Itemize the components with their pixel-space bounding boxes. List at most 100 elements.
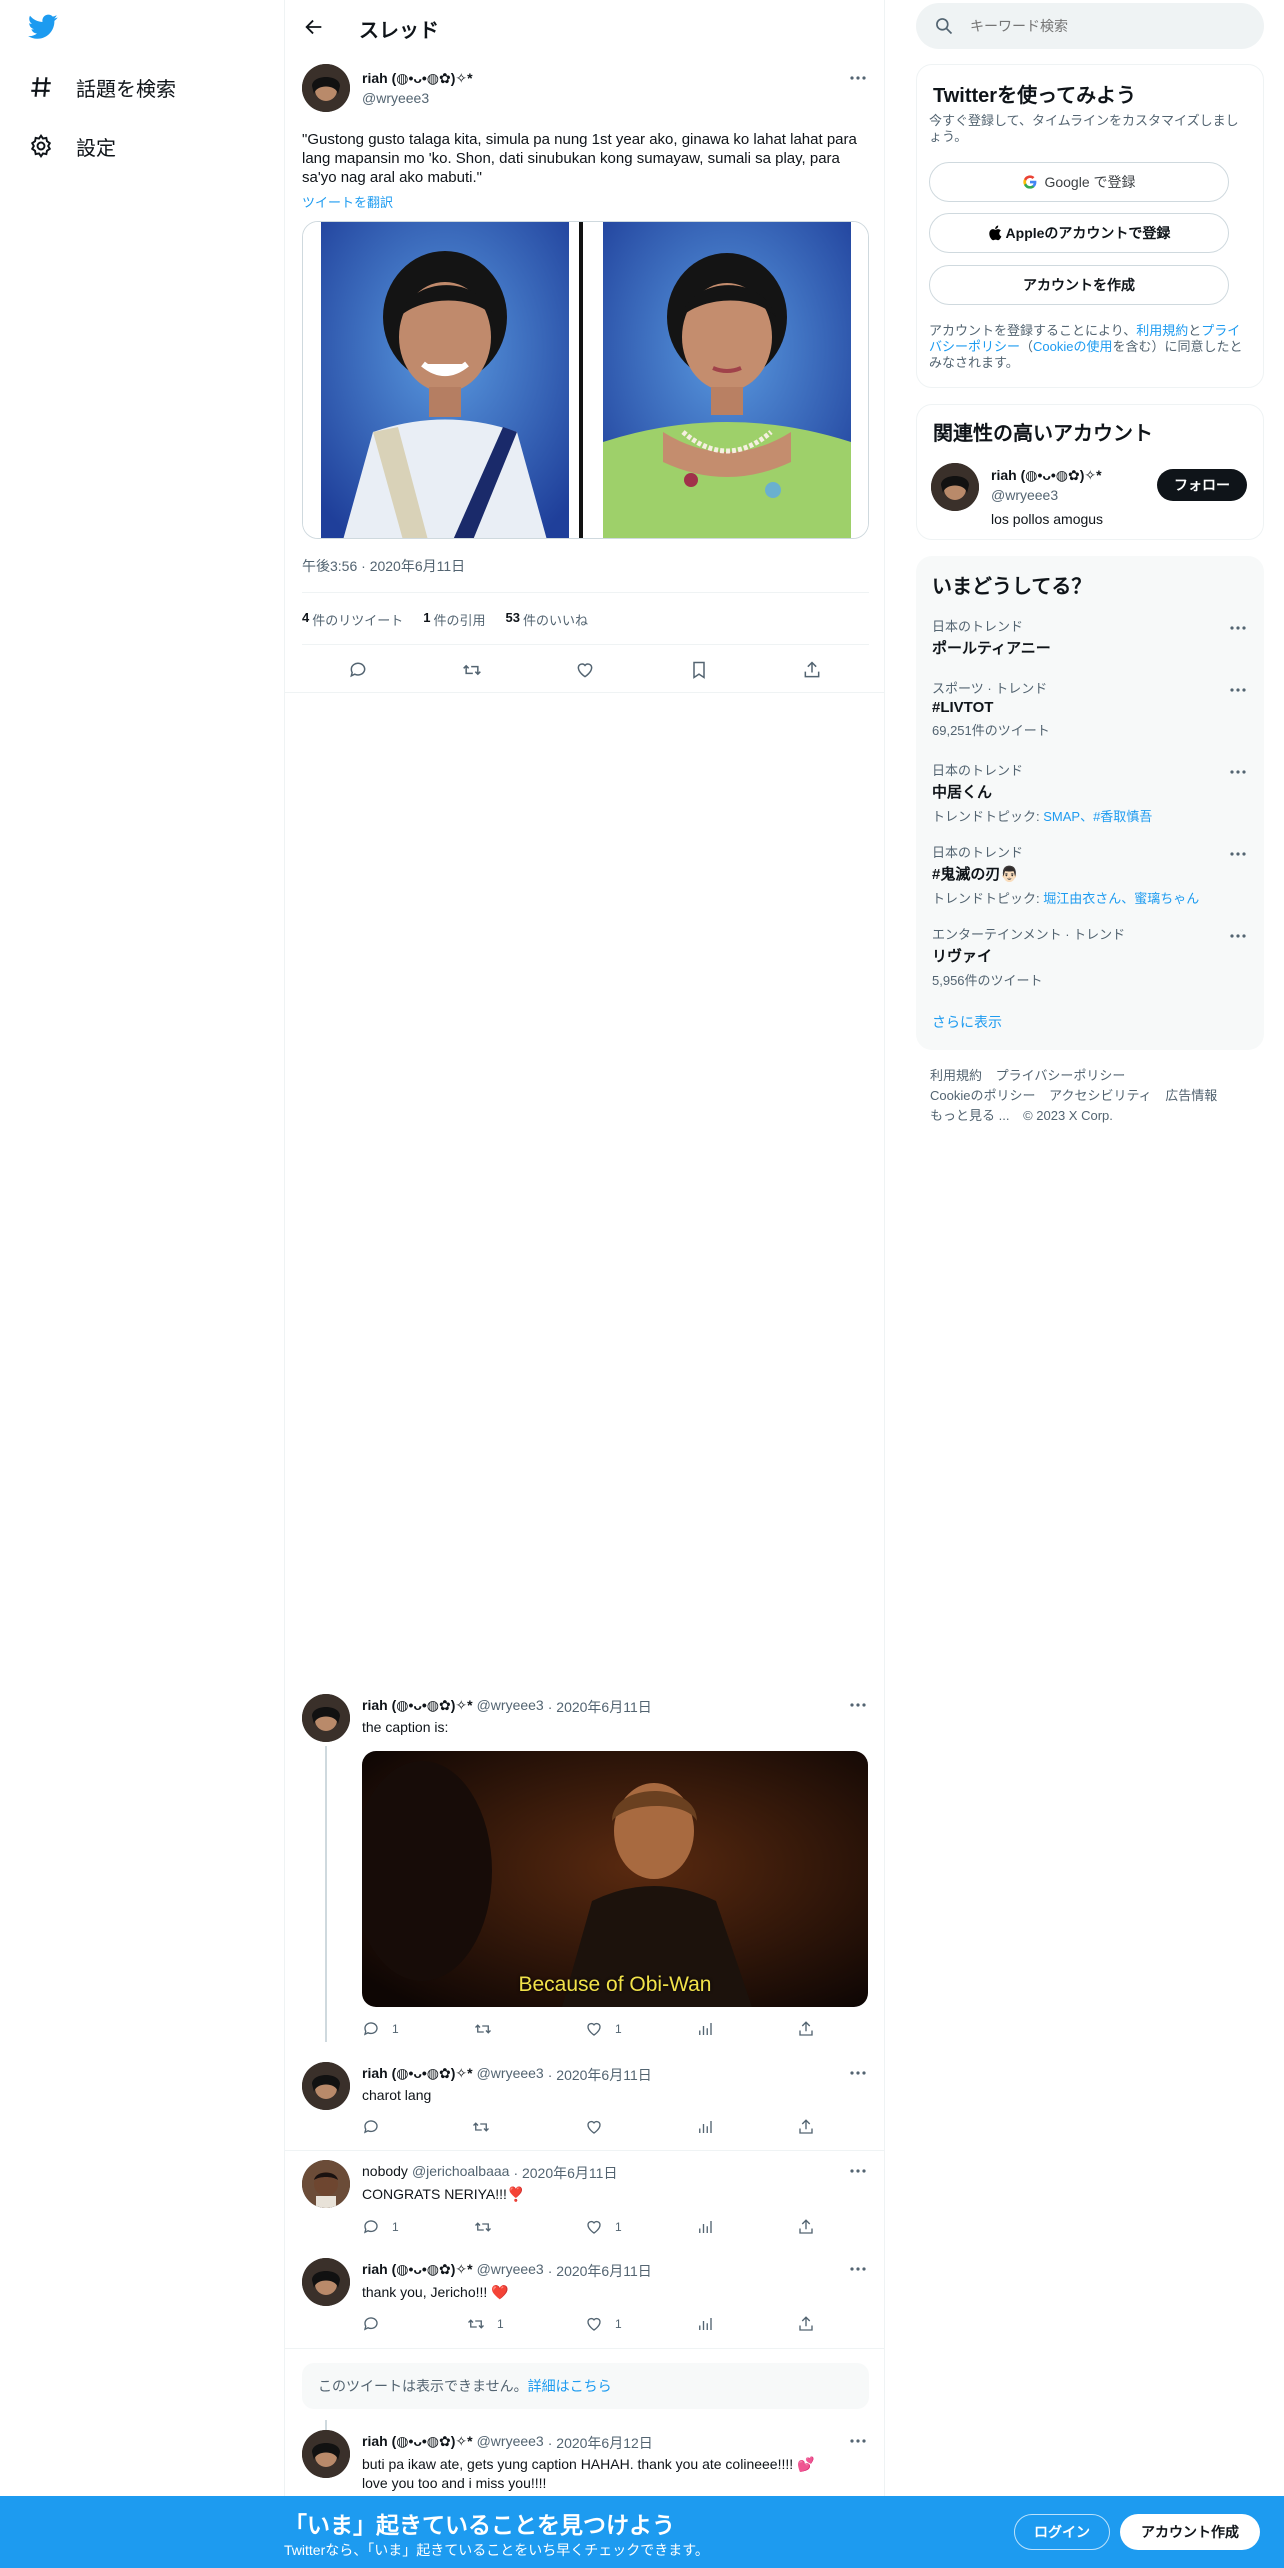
reply-date[interactable]: · 2020年6月11日: [548, 2261, 652, 2281]
twitter-logo-icon[interactable]: [28, 14, 60, 42]
retweet-action[interactable]: 1: [467, 2315, 504, 2333]
more-options-icon[interactable]: [1228, 762, 1248, 782]
trend-item[interactable]: エンターテインメント · トレンド リヴァイ 5,956件のツイート: [932, 924, 1248, 989]
more-options-icon[interactable]: [1228, 926, 1248, 946]
share-icon[interactable]: [802, 660, 822, 680]
more-options-icon[interactable]: [1228, 680, 1248, 700]
related-account-name[interactable]: riah (◍•ᴗ•◍✿)✧*: [991, 467, 1102, 484]
more-options-icon[interactable]: [1228, 844, 1248, 864]
quotes-stat[interactable]: 1 件の引用: [423, 610, 485, 629]
tweet-media[interactable]: [302, 221, 869, 539]
trend-topic-links[interactable]: SMAP、#香取慎吾: [1043, 809, 1152, 824]
avatar[interactable]: [302, 2258, 350, 2306]
share-icon[interactable]: [797, 2218, 815, 2236]
reply-author-handle[interactable]: @wryeee3: [477, 2065, 544, 2085]
reply-action[interactable]: [362, 2315, 380, 2333]
reply-action[interactable]: 1: [362, 2020, 399, 2038]
like-action[interactable]: [585, 2118, 603, 2136]
avatar[interactable]: [302, 2160, 350, 2208]
translate-link[interactable]: ツイートを翻訳: [302, 192, 393, 211]
footer-more-link[interactable]: もっと見る ...: [930, 1108, 1009, 1123]
footer-cookie-link[interactable]: Cookieのポリシー: [930, 1088, 1035, 1103]
retweet-icon[interactable]: [461, 660, 483, 680]
show-more-link[interactable]: さらに表示: [932, 1012, 1002, 1032]
likes-stat[interactable]: 53 件のいいね: [506, 610, 588, 629]
trend-item[interactable]: 日本のトレンド ポールティアニー: [932, 616, 1248, 658]
trend-item[interactable]: 日本のトレンド 中居くん トレンドトピック: SMAP、#香取慎吾: [932, 760, 1248, 825]
reply-author-handle[interactable]: @jerichoalbaaa: [412, 2163, 510, 2183]
reply-action[interactable]: [362, 2118, 380, 2136]
search-bar[interactable]: [916, 3, 1264, 49]
trend-item[interactable]: スポーツ · トレンド #LIVTOT 69,251件のツイート: [932, 678, 1248, 739]
share-icon[interactable]: [797, 2020, 815, 2038]
reply-author-handle[interactable]: @wryeee3: [477, 2261, 544, 2281]
reply-icon[interactable]: [348, 660, 368, 680]
follow-button[interactable]: フォロー: [1157, 469, 1247, 501]
tweet-timestamp[interactable]: 午後3:56 · 2020年6月11日: [302, 556, 465, 576]
retweet-action[interactable]: [474, 2020, 504, 2038]
reply-author-name[interactable]: riah (◍•ᴗ•◍✿)✧*: [362, 2065, 473, 2085]
avatar[interactable]: [302, 64, 350, 112]
related-account-handle[interactable]: @wryeee3: [991, 487, 1058, 503]
more-options-icon[interactable]: [1228, 618, 1248, 638]
avatar[interactable]: [302, 2062, 350, 2110]
reply-author-handle[interactable]: @wryeee3: [477, 1697, 544, 1717]
more-options-icon[interactable]: [848, 2063, 868, 2083]
avatar[interactable]: [302, 1694, 350, 1742]
footer-privacy-link[interactable]: プライバシーポリシー: [996, 1068, 1126, 1083]
nav-explore[interactable]: 話題を検索: [28, 67, 176, 107]
reply-action[interactable]: 1: [362, 2218, 399, 2236]
footer-terms-link[interactable]: 利用規約: [930, 1068, 982, 1083]
signup-button[interactable]: アカウント作成: [1120, 2514, 1260, 2550]
apple-signup-button[interactable]: Appleのアカウントで登録: [929, 213, 1229, 253]
like-action[interactable]: 1: [585, 2218, 622, 2236]
reply-media[interactable]: Because of Obi-Wan: [362, 1751, 868, 2007]
share-icon[interactable]: [797, 2118, 815, 2136]
bookmark-icon[interactable]: [689, 660, 709, 680]
like-action[interactable]: 1: [585, 2020, 622, 2038]
cookie-link[interactable]: Cookieの使用: [1033, 339, 1112, 354]
create-account-button[interactable]: アカウントを作成: [929, 265, 1229, 305]
back-arrow-icon[interactable]: [303, 16, 325, 38]
more-options-icon[interactable]: [848, 2161, 868, 2181]
more-options-icon[interactable]: [848, 1695, 868, 1715]
views-icon[interactable]: [696, 2118, 714, 2136]
avatar[interactable]: [931, 463, 979, 511]
trend-item[interactable]: 日本のトレンド #鬼滅の刃👨🏻 トレンドトピック: 堀江由衣さん、蜜璃ちゃん: [932, 842, 1248, 907]
retweet-action[interactable]: [474, 2218, 492, 2236]
avatar[interactable]: [302, 2430, 350, 2478]
like-action[interactable]: 1: [585, 2315, 622, 2333]
reply-author-name[interactable]: riah (◍•ᴗ•◍✿)✧*: [362, 1697, 473, 1717]
more-options-icon[interactable]: [848, 2431, 868, 2451]
views-icon[interactable]: [696, 2020, 714, 2038]
login-button[interactable]: ログイン: [1014, 2514, 1110, 2550]
like-icon[interactable]: [575, 660, 595, 680]
trend-topic-links[interactable]: 堀江由衣さん、蜜璃ちゃん: [1043, 891, 1199, 906]
reply-date[interactable]: · 2020年6月12日: [548, 2433, 653, 2453]
legal-and: と: [1188, 323, 1202, 338]
share-icon[interactable]: [797, 2315, 815, 2333]
views-icon[interactable]: [696, 2315, 714, 2333]
reply-author-handle[interactable]: @wryeee3: [477, 2433, 544, 2453]
footer-accessibility-link[interactable]: アクセシビリティ: [1049, 1088, 1152, 1103]
learn-more-link[interactable]: 詳細はこちら: [528, 2376, 612, 2396]
author-name[interactable]: riah (◍•ᴗ•◍✿)✧*: [362, 70, 473, 87]
reply-author-name[interactable]: riah (◍•ᴗ•◍✿)✧*: [362, 2433, 473, 2453]
google-signup-button[interactable]: Google で登録: [929, 162, 1229, 202]
reply-date[interactable]: · 2020年6月11日: [548, 2065, 652, 2085]
more-options-icon[interactable]: [848, 68, 868, 88]
reply-date[interactable]: · 2020年6月11日: [548, 1697, 652, 1717]
reply-date[interactable]: · 2020年6月11日: [513, 2163, 617, 2183]
nav-settings[interactable]: 設定: [28, 126, 116, 166]
reply-author-name[interactable]: nobody: [362, 2163, 408, 2183]
search-input[interactable]: [970, 13, 1250, 39]
terms-link[interactable]: 利用規約: [1136, 323, 1188, 338]
author-handle[interactable]: @wryeee3: [362, 90, 429, 106]
reply-author-name[interactable]: riah (◍•ᴗ•◍✿)✧*: [362, 2261, 473, 2281]
more-options-icon[interactable]: [848, 2259, 868, 2279]
footer-ads-link[interactable]: 広告情報: [1165, 1088, 1217, 1103]
views-icon[interactable]: [696, 2218, 714, 2236]
retweet-action[interactable]: [472, 2118, 490, 2136]
retweets-stat[interactable]: 4 件のリツイート: [302, 610, 403, 629]
like-count: 1: [615, 2022, 622, 2036]
